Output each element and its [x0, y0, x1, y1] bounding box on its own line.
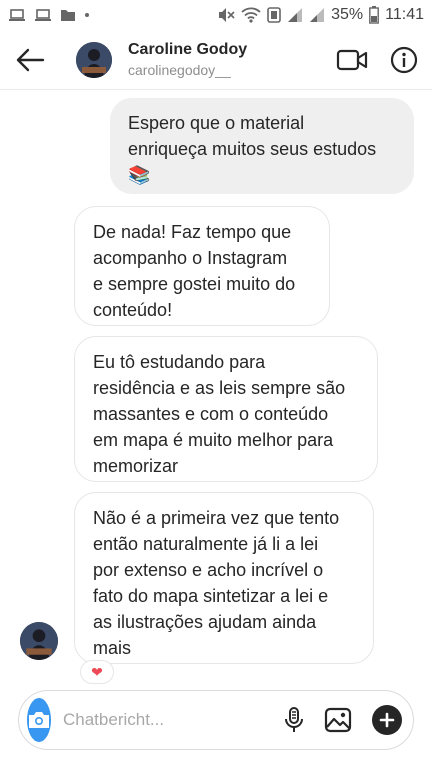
message-line: massantes e com o conteúdo — [93, 404, 329, 424]
message-line: Não é a primeira vez que tento — [93, 508, 340, 528]
arrow-left-icon — [16, 48, 45, 71]
message-bubble-received[interactable]: Eu tô estudando para residência e as lei… — [74, 336, 378, 482]
message-line: mais — [93, 638, 132, 658]
message-composer — [18, 690, 414, 750]
signal-icon — [310, 8, 325, 22]
folder-icon — [61, 10, 75, 21]
message-line: e sempre gostei muito do — [93, 274, 296, 294]
message-bubble-sent[interactable]: Espero que o material enriqueça muitos s… — [110, 98, 414, 194]
camera-icon — [29, 712, 49, 728]
contact-username: carolinegodoy__ — [128, 62, 231, 78]
header-actions — [336, 46, 418, 74]
clock: 11:41 — [385, 6, 424, 23]
message-line: residência e as leis sempre são — [93, 378, 346, 398]
avatar[interactable] — [20, 622, 58, 660]
signal-icon — [288, 8, 303, 22]
message-input[interactable] — [63, 710, 284, 730]
image-icon[interactable] — [324, 707, 352, 733]
message-line: as ilustrações ajudam ainda — [93, 612, 317, 632]
chat-header: Caroline Godoy carolinegodoy__ — [0, 30, 432, 90]
message-line: Eu tô estudando para — [93, 352, 266, 372]
message-line: Espero que o material — [128, 113, 305, 133]
message-line: então naturalmente já li a lei — [93, 534, 319, 554]
info-icon[interactable] — [390, 46, 418, 74]
dot-icon — [85, 13, 89, 17]
contact-name: Caroline Godoy — [128, 41, 248, 58]
message-line: conteúdo! — [93, 300, 173, 320]
camera-button[interactable] — [27, 698, 51, 742]
message-line: memorizar — [93, 456, 179, 476]
microphone-icon[interactable] — [284, 706, 304, 734]
heart-icon: ❤ — [91, 663, 103, 680]
composer-actions — [284, 705, 402, 735]
message-line: em mapa é muito melhor para — [93, 430, 334, 450]
nfc-icon — [267, 7, 281, 23]
battery-icon — [369, 6, 380, 24]
status-left-icons — [8, 8, 90, 22]
message-line: acompanho o Instagram — [93, 248, 288, 268]
message-bubble-received[interactable]: De nada! Faz tempo que acompanho o Insta… — [74, 206, 330, 326]
avatar-image — [20, 622, 58, 660]
battery-percentage: 35% — [331, 6, 364, 23]
message-line: enriqueça muitos seus estudos — [128, 139, 377, 159]
message-thread: Espero que o material enriqueça muitos s… — [0, 90, 432, 686]
message-line: 📚 — [128, 165, 151, 185]
message-line: De nada! Faz tempo que — [93, 222, 292, 242]
laptop-icon — [35, 9, 51, 21]
wifi-icon — [241, 7, 261, 23]
status-bar: 35% 11:41 — [0, 0, 432, 30]
laptop-icon — [9, 9, 25, 21]
header-names[interactable]: Caroline Godoy carolinegodoy__ — [128, 41, 247, 78]
plus-button[interactable] — [372, 705, 402, 735]
message-bubble-received[interactable]: Não é a primeira vez que tento então nat… — [74, 492, 374, 664]
message-line: por extenso e acho incrível o — [93, 560, 324, 580]
avatar-image — [76, 41, 112, 78]
video-camera-icon[interactable] — [336, 48, 368, 72]
plus-icon — [379, 712, 395, 728]
back-button[interactable] — [2, 32, 58, 88]
mute-icon — [219, 8, 235, 22]
message-line: fato do mapa sintetizar a lei e — [93, 586, 329, 606]
status-right-icons: 35% 11:41 — [217, 6, 424, 24]
heart-reaction[interactable]: ❤ — [80, 660, 114, 684]
avatar[interactable] — [76, 41, 112, 78]
